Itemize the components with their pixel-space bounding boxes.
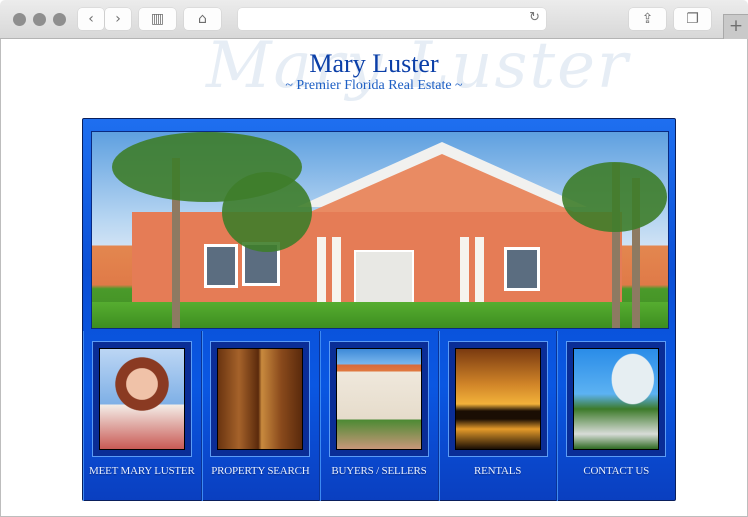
tabs-overview-button[interactable]: ❐ (674, 8, 711, 30)
hero-column (460, 237, 469, 309)
home-icon: ⌂ (198, 11, 207, 27)
nav-item-rentals[interactable]: RENTALS (439, 331, 558, 501)
nav-thumb[interactable] (91, 341, 192, 457)
forward-button[interactable]: › (105, 8, 131, 30)
nav-item-property-search[interactable]: PROPERTY SEARCH (202, 331, 321, 501)
close-window-button[interactable] (13, 13, 26, 26)
hero-column (317, 237, 326, 309)
nav-label[interactable]: PROPERTY SEARCH (202, 465, 320, 477)
site-title[interactable]: Mary Luster (1, 49, 747, 79)
new-tab-button[interactable]: + (723, 14, 748, 39)
back-button[interactable]: ‹ (78, 8, 104, 30)
reload-icon[interactable]: ↻ (529, 10, 540, 25)
hero-column (475, 237, 484, 309)
share-icon: ⇪ (641, 11, 654, 27)
nav-label[interactable]: BUYERS / SELLERS (320, 465, 438, 477)
door-handles-image (217, 348, 304, 450)
hero-window (204, 244, 238, 288)
nav-thumb[interactable] (447, 341, 548, 457)
plus-icon: + (728, 16, 744, 36)
site-tagline: ~ Premier Florida Real Estate ~ (285, 78, 463, 93)
nav-thumb[interactable] (328, 341, 429, 457)
hero-gable (310, 154, 574, 212)
nav-menu: MEET MARY LUSTER PROPERTY SEARCH BUYERS … (83, 331, 675, 501)
tabs-icon: ❐ (686, 11, 699, 27)
nav-item-meet-mary[interactable]: MEET MARY LUSTER (83, 331, 202, 501)
nav-item-buyers-sellers[interactable]: BUYERS / SELLERS (320, 331, 439, 501)
nav-label[interactable]: MEET MARY LUSTER (83, 465, 201, 477)
sidebar-icon: ▥ (150, 11, 165, 27)
hero-palm-fronds (562, 162, 667, 232)
sidebar-button[interactable]: ▥ (139, 8, 176, 30)
mary-portrait-image (98, 348, 185, 450)
web-page: Mary Luster Mary Luster ~ Premier Florid… (0, 29, 748, 517)
hero-palm-fronds (222, 172, 312, 252)
home-button[interactable]: ⌂ (184, 8, 221, 30)
chevron-right-icon: › (115, 11, 121, 27)
chevron-left-icon: ‹ (88, 11, 94, 27)
family-sunset-image (454, 348, 541, 450)
white-house-image (335, 348, 422, 450)
zoom-window-button[interactable] (53, 13, 66, 26)
main-panel: MEET MARY LUSTER PROPERTY SEARCH BUYERS … (82, 118, 676, 501)
nav-item-contact-us[interactable]: CONTACT US (557, 331, 675, 501)
nav-thumb[interactable] (210, 341, 311, 457)
hero-column (332, 237, 341, 309)
nav-thumb[interactable] (566, 341, 667, 457)
share-button[interactable]: ⇪ (629, 8, 666, 30)
address-bar[interactable]: ↻ (238, 8, 546, 30)
hero-window (504, 247, 540, 291)
hero-image (91, 131, 669, 329)
glass-building-image (573, 348, 660, 450)
nav-label[interactable]: CONTACT US (557, 465, 675, 477)
nav-label[interactable]: RENTALS (439, 465, 557, 477)
minimize-window-button[interactable] (33, 13, 46, 26)
hero-door (354, 250, 414, 307)
